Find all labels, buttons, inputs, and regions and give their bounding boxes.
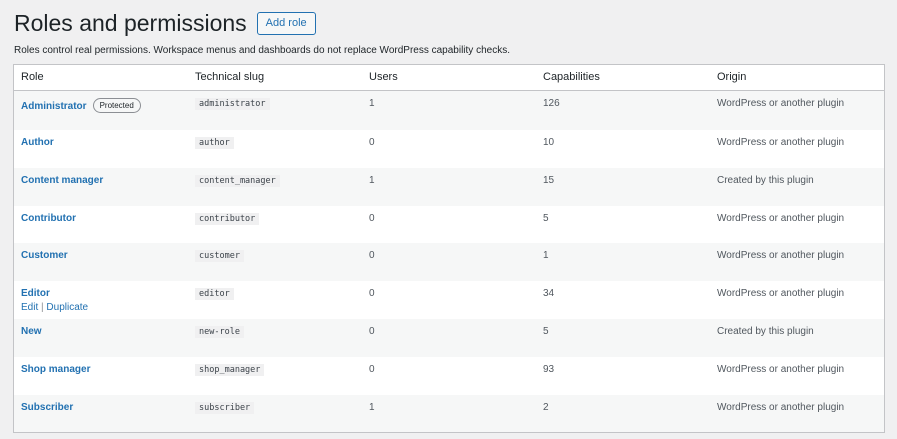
protected-badge: Protected	[92, 97, 141, 113]
column-header-role: Role	[14, 65, 188, 91]
role-link-shop-manager[interactable]: Shop manager	[21, 364, 90, 375]
origin-cell: WordPress or another plugin	[717, 137, 845, 148]
role-link-subscriber[interactable]: Subscriber	[21, 402, 73, 413]
slug-cell: subscriber	[188, 395, 362, 432]
table-header-row: Role Technical slug Users Capabilities O…	[14, 65, 884, 91]
table-row: Content manager content_manager 1 15 Cre…	[14, 167, 884, 206]
role-cell: Shop manager	[14, 357, 188, 395]
users-cell: 0	[369, 325, 375, 337]
role-link-contributor[interactable]: Contributor	[21, 213, 76, 224]
role-cell: Author	[14, 130, 188, 168]
users-cell: 1	[369, 401, 375, 413]
users-cell: 1	[369, 174, 375, 186]
role-slug: customer	[195, 250, 244, 263]
origin-cell: Created by this plugin	[717, 325, 814, 337]
origin-cell: WordPress or another plugin	[717, 212, 845, 224]
users-cell: 0	[369, 212, 375, 224]
capabilities-cell: 10	[543, 137, 555, 148]
capabilities-cell: 5	[543, 325, 549, 337]
role-link-author[interactable]: Author	[21, 137, 54, 148]
role-cell: Content manager	[14, 168, 188, 206]
origin-cell: WordPress or another plugin	[717, 363, 845, 375]
duplicate-link[interactable]: Duplicate	[46, 302, 88, 313]
users-cell: 1	[369, 97, 375, 109]
role-cell: Administrator Protected	[14, 90, 188, 130]
slug-cell: administrator	[188, 90, 362, 130]
capabilities-cell: 34	[543, 288, 555, 300]
page-header: Roles and permissions Add role	[14, 11, 316, 35]
table-row: Administrator Protected administrator 1 1…	[14, 90, 884, 130]
slug-cell: editor	[188, 281, 362, 319]
table-row: Shop manager shop_manager 0 93 WordPress…	[14, 357, 884, 395]
role-cell: Editor Edit | Duplicate	[14, 281, 188, 319]
column-header-capabilities: Capabilities	[536, 65, 710, 91]
role-cell: Contributor	[14, 206, 188, 244]
role-slug: new-role	[195, 325, 244, 338]
row-actions-separator: |	[41, 302, 44, 314]
role-link-content-manager[interactable]: Content manager	[21, 175, 103, 186]
slug-cell: content_manager	[188, 168, 362, 206]
table-row: Subscriber subscriber 1 2 WordPress or a…	[14, 394, 884, 432]
origin-cell: WordPress or another plugin	[717, 288, 845, 300]
role-cell: New	[14, 319, 188, 357]
users-cell: 0	[369, 288, 375, 300]
app-window: Roles and permissions Add role Roles con…	[0, 0, 897, 439]
role-slug: content_manager	[195, 174, 280, 187]
origin-cell: WordPress or another plugin	[717, 250, 845, 262]
column-header-slug: Technical slug	[188, 65, 362, 91]
role-link-administrator[interactable]: Administrator	[21, 101, 87, 112]
row-actions: Edit | Duplicate	[21, 302, 181, 313]
role-cell: Customer	[14, 243, 188, 281]
slug-cell: contributor	[188, 206, 362, 244]
role-cell: Subscriber	[14, 395, 188, 432]
capabilities-cell: 126	[543, 97, 560, 109]
capabilities-cell: 15	[543, 174, 555, 186]
table-row: New new-role 0 5 Created by this plugin	[14, 318, 884, 357]
capabilities-cell: 93	[543, 363, 555, 375]
table-row: Author author 0 10 WordPress or another …	[14, 130, 884, 168]
column-header-origin: Origin	[710, 65, 884, 91]
role-slug: shop_manager	[195, 363, 265, 376]
role-slug: editor	[195, 288, 234, 301]
slug-cell: new-role	[188, 319, 362, 357]
roles-table: Role Technical slug Users Capabilities O…	[14, 65, 884, 432]
users-cell: 0	[369, 363, 375, 375]
role-slug: administrator	[195, 97, 270, 110]
table-row: Customer customer 0 1 WordPress or anoth…	[14, 243, 884, 282]
role-link-new[interactable]: New	[21, 326, 42, 337]
capabilities-cell: 2	[543, 401, 549, 413]
capabilities-cell: 5	[543, 212, 549, 224]
origin-cell: WordPress or another plugin	[717, 401, 845, 413]
origin-cell: Created by this plugin	[717, 174, 814, 186]
edit-link[interactable]: Edit	[21, 302, 38, 313]
column-header-users: Users	[362, 65, 536, 91]
table-row: Contributor contributor 0 5 WordPress or…	[14, 206, 884, 244]
page-title: Roles and permissions	[14, 10, 247, 36]
capabilities-cell: 1	[543, 250, 549, 262]
page-description: Roles control real permissions. Workspac…	[14, 45, 510, 56]
role-slug: contributor	[195, 212, 260, 225]
role-slug: author	[195, 137, 234, 149]
slug-cell: shop_manager	[188, 357, 362, 395]
roles-table-container: Role Technical slug Users Capabilities O…	[13, 64, 885, 433]
add-role-button[interactable]: Add role	[256, 11, 316, 35]
users-cell: 0	[369, 137, 375, 148]
table-row: Editor Edit | Duplicate editor 0 34 Word…	[14, 281, 884, 319]
slug-cell: customer	[188, 243, 362, 281]
role-link-editor[interactable]: Editor	[21, 288, 50, 299]
slug-cell: author	[188, 130, 362, 168]
users-cell: 0	[369, 250, 375, 262]
role-slug: subscriber	[195, 401, 255, 414]
role-link-customer[interactable]: Customer	[21, 250, 68, 261]
origin-cell: WordPress or another plugin	[717, 97, 845, 109]
